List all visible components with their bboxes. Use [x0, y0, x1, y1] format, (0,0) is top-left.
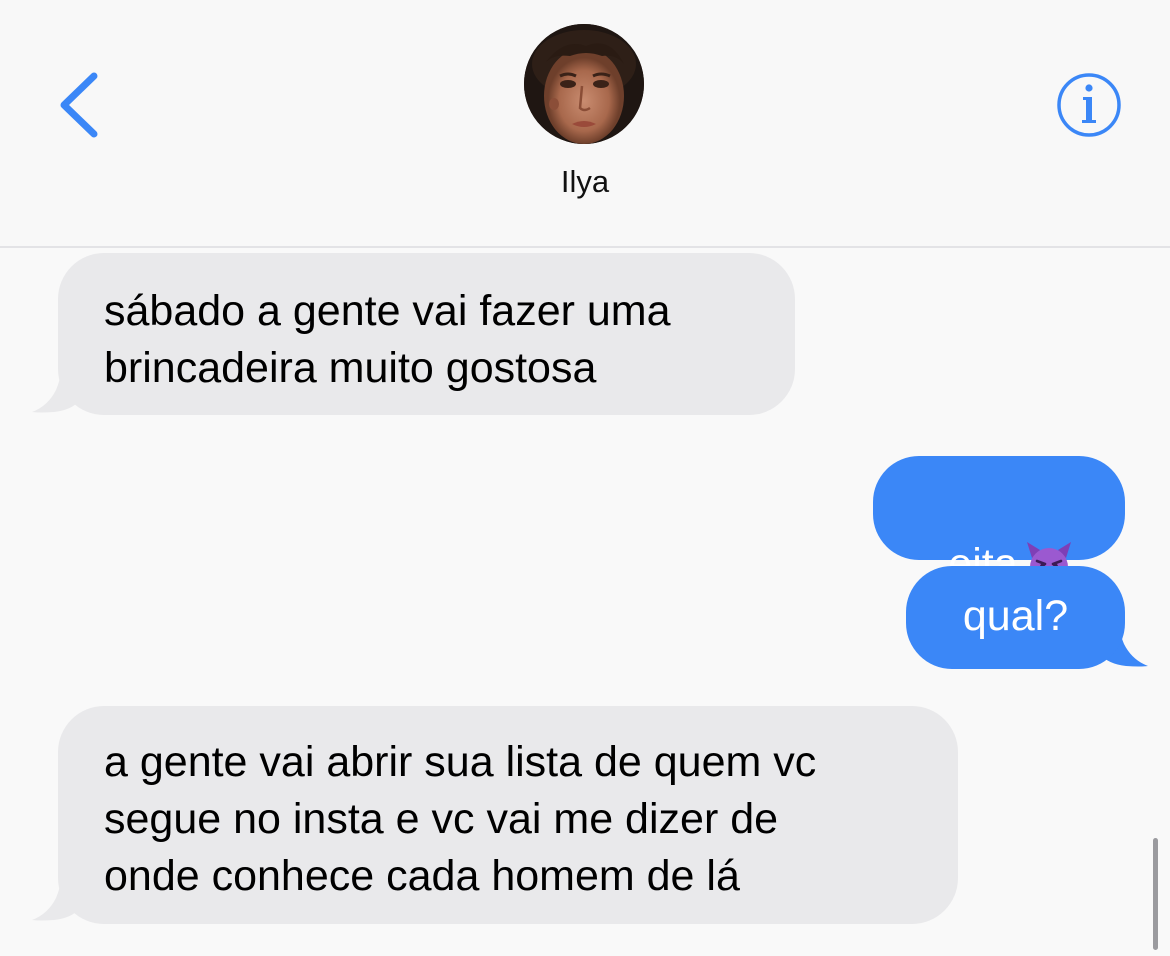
info-button[interactable] [1054, 70, 1124, 140]
scroll-indicator[interactable] [1153, 838, 1158, 950]
avatar-photo [524, 24, 644, 144]
message-bubble-incoming[interactable]: a gente vai abrir sua lista de quem vc s… [58, 706, 958, 924]
contact-name[interactable]: Ilya [0, 164, 1170, 200]
back-button[interactable] [54, 70, 104, 140]
message-bubble-outgoing[interactable]: qual? [906, 566, 1125, 669]
info-icon [1057, 73, 1121, 137]
message-bubble-incoming[interactable]: sábado a gente vai fazer uma brincadeira… [58, 253, 795, 415]
contact-avatar[interactable] [524, 24, 644, 144]
chevron-left-icon [60, 72, 98, 138]
message-bubble-outgoing[interactable]: eita [873, 456, 1125, 588]
conversation-header: Ilya [0, 0, 1170, 248]
